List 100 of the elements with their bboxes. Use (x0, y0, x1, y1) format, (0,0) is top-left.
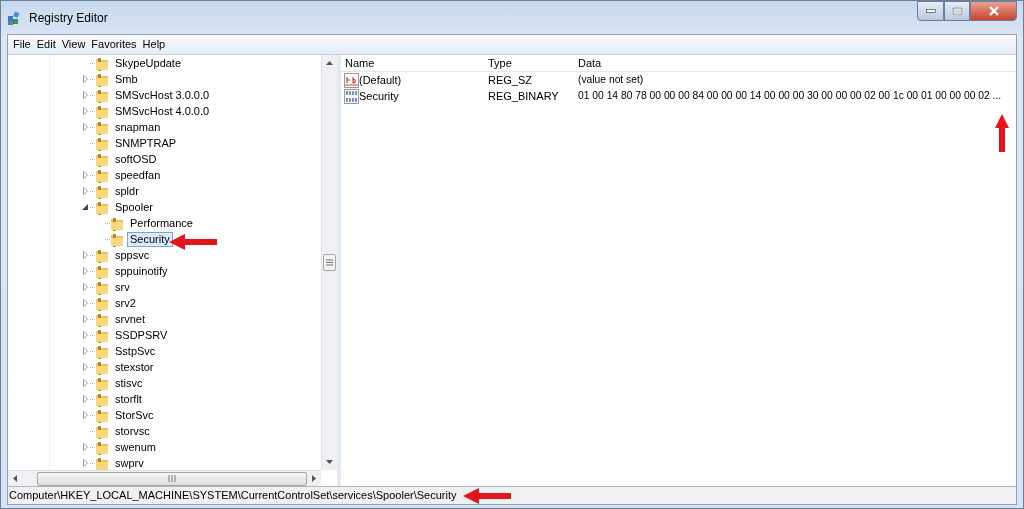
folder-icon (95, 295, 109, 311)
table-cell-text: Security (359, 88, 399, 104)
folder-icon (95, 55, 109, 71)
minimize-button[interactable] (917, 1, 944, 21)
collapsed-triangle-icon[interactable] (80, 106, 90, 116)
column-header[interactable]: Name (341, 55, 484, 71)
collapsed-triangle-icon[interactable] (80, 458, 90, 468)
tree-item[interactable]: SMSvcHost 3.0.0.0 (112, 87, 213, 103)
folder-icon (95, 375, 109, 391)
collapsed-triangle-icon[interactable] (80, 122, 90, 132)
column-header[interactable]: Data (574, 55, 602, 71)
folder-icon (95, 199, 109, 215)
folder-icon (95, 103, 109, 119)
tree-item[interactable]: stisvc (112, 375, 146, 391)
folder-icon (95, 87, 109, 103)
tree-item[interactable]: snapman (112, 119, 164, 135)
collapsed-triangle-icon[interactable] (80, 378, 90, 388)
collapsed-triangle-icon[interactable] (80, 346, 90, 356)
menu-item[interactable]: Help (139, 36, 169, 53)
tree-item[interactable]: srv (112, 279, 133, 295)
annotation-arrow (462, 487, 511, 504)
window-title: Registry Editor (29, 9, 108, 27)
collapsed-triangle-icon[interactable] (80, 442, 90, 452)
annotation-arrow (995, 114, 1009, 152)
tree-item[interactable]: speedfan (112, 167, 164, 183)
tree-item[interactable]: sppuinotify (112, 263, 171, 279)
collapsed-triangle-icon[interactable] (80, 74, 90, 84)
folder-icon (95, 359, 109, 375)
tree-item[interactable]: SMSvcHost 4.0.0.0 (112, 103, 213, 119)
tree-item[interactable]: spldr (112, 183, 142, 199)
collapsed-triangle-icon[interactable] (80, 282, 90, 292)
table-cell-text: 01 00 14 80 78 00 00 00 84 00 00 00 14 00 00 00 30 00 00 00 02 00 1c 00 01 00 00 00 02 ... (577, 89, 1002, 104)
collapsed-triangle-icon[interactable] (80, 186, 90, 196)
folder-icon (110, 215, 124, 231)
tree-item[interactable]: swenum (112, 439, 159, 455)
menu-item[interactable]: File (10, 36, 34, 53)
menu-item[interactable]: Favorites (88, 36, 140, 53)
folder-icon (95, 263, 109, 279)
collapsed-triangle-icon[interactable] (80, 410, 90, 420)
folder-icon (95, 407, 109, 423)
tree-item[interactable]: storflt (112, 391, 145, 407)
folder-icon (95, 343, 109, 359)
folder-icon (95, 327, 109, 343)
tree-item[interactable]: softOSD (112, 151, 160, 167)
tree-item[interactable]: Smb (112, 71, 141, 87)
table-cell-text: REG_BINARY (487, 88, 560, 104)
scroll-thumb[interactable] (37, 471, 307, 486)
tree-item[interactable]: SSDPSRV (112, 327, 171, 343)
tree-item[interactable]: StorSvc (112, 407, 157, 423)
tree-item[interactable]: SstpSvc (112, 343, 159, 359)
collapsed-triangle-icon[interactable] (80, 266, 90, 276)
menu-item[interactable]: Edit (33, 36, 59, 53)
horizontal-scrollbar[interactable] (8, 470, 321, 486)
tree-item[interactable]: Spooler (112, 199, 156, 215)
close-icon (987, 6, 1000, 16)
table-cell-text: (value not set) (577, 73, 644, 88)
collapsed-triangle-icon[interactable] (80, 250, 90, 260)
folder-icon (95, 423, 109, 439)
tree-item[interactable]: srvnet (112, 311, 148, 327)
folder-icon (95, 439, 109, 455)
maximize-icon (951, 6, 963, 16)
folder-icon (95, 135, 109, 151)
collapsed-triangle-icon[interactable] (80, 362, 90, 372)
string-value-icon (344, 72, 359, 88)
collapsed-triangle-icon[interactable] (80, 314, 90, 324)
vertical-scrollbar[interactable] (321, 55, 337, 470)
grip-icon (326, 259, 333, 266)
collapsed-triangle-icon[interactable] (80, 90, 90, 100)
tree-item[interactable]: Security (127, 231, 173, 247)
collapsed-triangle-icon[interactable] (80, 298, 90, 308)
expanded-triangle-icon[interactable] (80, 202, 90, 212)
binary-value-icon (344, 88, 359, 104)
table-cell-text: (Default) (359, 72, 402, 88)
tree-item[interactable]: SkypeUpdate (112, 55, 185, 71)
collapsed-triangle-icon[interactable] (80, 394, 90, 404)
folder-icon (95, 71, 109, 87)
tree-item[interactable]: srv2 (112, 295, 139, 311)
folder-icon (95, 247, 109, 263)
scroll-up-icon (326, 61, 333, 65)
tree-item[interactable]: sppsvc (112, 247, 153, 263)
maximize-button[interactable] (944, 1, 970, 21)
folder-icon (95, 119, 109, 135)
collapsed-triangle-icon[interactable] (80, 170, 90, 180)
tree-item[interactable]: Performance (127, 215, 196, 231)
status-path-text: Computer\HKEY_LOCAL_MACHINE\SYSTEM\CurrentControlSet\services\Spooler\Security (9, 488, 457, 504)
folder-icon (110, 231, 124, 247)
tree-item[interactable]: storvsc (112, 423, 153, 439)
column-header[interactable]: Type (484, 55, 574, 71)
collapsed-triangle-icon[interactable] (80, 330, 90, 340)
menu-item[interactable]: View (58, 36, 89, 53)
tree-item[interactable]: swprv (112, 455, 147, 470)
tree-item[interactable]: SNMPTRAP (112, 135, 180, 151)
folder-icon (95, 151, 109, 167)
close-button[interactable] (970, 1, 1017, 21)
scroll-right-icon (312, 475, 316, 482)
scroll-thumb[interactable] (323, 254, 336, 271)
folder-icon (95, 455, 109, 470)
grip-icon (168, 475, 176, 482)
table-cell-text: REG_SZ (487, 72, 533, 88)
tree-item[interactable]: stexstor (112, 359, 157, 375)
